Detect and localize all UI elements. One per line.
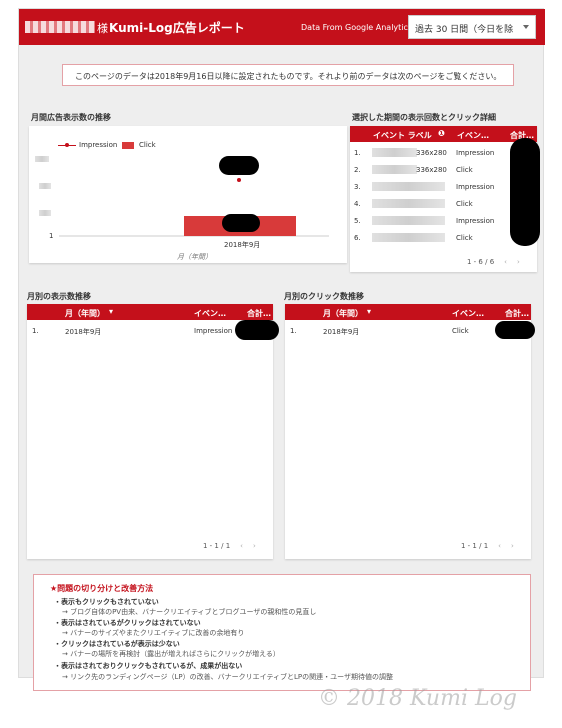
redacted-label (372, 148, 417, 157)
monthly-chart-title: 月間広告表示数の推移 (31, 113, 111, 122)
problem-head: ・表示はされているがクリックはされていない (54, 619, 201, 627)
row-month: 2018年9月 (65, 328, 102, 336)
col-event[interactable]: イベン… (194, 308, 226, 319)
redaction-mark (222, 214, 260, 232)
notice-text: このページのデータは2018年9月16日以降に設定されたものです。それより前のデ… (75, 72, 502, 81)
detail-pager: 1 - 6 / 6 ‹ › (467, 258, 520, 266)
row-number: 6. (354, 234, 361, 242)
col-event[interactable]: イベン… (457, 130, 489, 141)
detail-table-header: イベント ラベル ❶ イベン… 合計… (350, 126, 537, 142)
next-page-icon[interactable]: › (517, 258, 520, 266)
imp-table-card: 月（年間） ▾ イベン… 合計… 1. 2018年9月 Impression 1 -… (27, 304, 279, 559)
col-event[interactable]: イベン… (452, 308, 484, 319)
click-table-card: 月（年間） ▾ イベン… 合計… 1. 2018年9月 Click 1 - 1 / … (285, 304, 535, 559)
row-event: Impression (456, 149, 495, 157)
table-row[interactable]: 6. Click (350, 229, 537, 246)
imp-table-header: 月（年間） ▾ イベン… 合計… (27, 304, 273, 320)
row-number: 3. (354, 183, 361, 191)
row-event: Click (456, 200, 473, 208)
data-notice: このページのデータは2018年9月16日以降に設定されたものです。それより前のデ… (62, 64, 514, 86)
problem-desc: → バナーのサイズやまたクリエイティブに改善の余地有り (62, 629, 245, 637)
col-total[interactable]: 合計… (505, 308, 529, 319)
sort-down-icon[interactable]: ▾ (109, 307, 113, 316)
col-month[interactable]: 月（年間） (65, 308, 105, 319)
row-number: 5. (354, 217, 361, 225)
redaction-mark (219, 156, 259, 175)
redacted-label (372, 165, 417, 174)
pager-text: 1 - 6 / 6 (467, 258, 495, 266)
table-row[interactable]: 1. 336x280 Impression (350, 144, 537, 161)
redacted-label (372, 182, 445, 191)
row-size: 336x280 (416, 149, 447, 157)
row-event: Click (456, 234, 473, 242)
row-size: 336x280 (416, 166, 447, 174)
report-title: Kumi-Log広告レポート (109, 21, 245, 35)
x-tick-label: 2018年9月 (224, 241, 261, 249)
problem-desc: → バナーの場所を再検討（露出が増えればさらにクリックが増える） (62, 650, 280, 658)
row-event: Click (452, 327, 469, 335)
row-month: 2018年9月 (323, 328, 360, 336)
table-row[interactable]: 4. Click (350, 195, 537, 212)
click-pager: 1 - 1 / 1 ‹ › (461, 542, 514, 550)
watermark: © 2018 Kumi Log (318, 686, 517, 711)
report-page: 様 Kumi-Log広告レポート Data From Google Analyt… (18, 8, 545, 691)
problem-head: ・クリックはされているが表示は少ない (54, 640, 180, 648)
redaction-mark (495, 321, 535, 339)
row-event: Click (456, 166, 473, 174)
problem-desc: → ブログ自体のPV由来、バナークリエイティブとブログユーザの親和性の見直し (62, 608, 317, 616)
row-number: 2. (354, 166, 361, 174)
row-event: Impression (194, 327, 233, 335)
pager-text: 1 - 1 / 1 (203, 542, 231, 550)
click-table-title: 月別のクリック数推移 (284, 292, 364, 301)
problem-head: ・表示はされておりクリックもされているが、成果が出ない (54, 662, 243, 670)
table-row[interactable]: 3. Impression (350, 178, 537, 195)
row-number: 1. (32, 327, 39, 335)
imp-pager: 1 - 1 / 1 ‹ › (203, 542, 256, 550)
chart-plot (59, 178, 329, 237)
col-month[interactable]: 月（年間） (323, 308, 363, 319)
monthly-chart-card: Impression Click 1 2018年9月 月（年間） (29, 126, 347, 263)
date-range-value: 過去 30 日間（今日を除 (415, 25, 514, 35)
pager-text: 1 - 1 / 1 (461, 542, 489, 550)
row-number: 1. (290, 327, 297, 335)
row-event: Impression (456, 217, 495, 225)
redacted-label (372, 216, 445, 225)
date-range-select[interactable]: 過去 30 日間（今日を除 (408, 15, 536, 39)
prev-page-icon[interactable]: ‹ (240, 542, 243, 550)
click-table-header: 月（年間） ▾ イベン… 合計… (285, 304, 531, 320)
redaction-mark (235, 320, 279, 340)
x-axis-title: 月（年間） (177, 253, 212, 261)
row-event: Impression (456, 183, 495, 191)
next-page-icon[interactable]: › (253, 542, 256, 550)
col-event-label[interactable]: イベント ラベル (373, 130, 432, 141)
name-suffix: 様 (97, 22, 108, 35)
redacted-client-name (25, 21, 95, 33)
table-row[interactable]: 5. Impression (350, 212, 537, 229)
sort-down-icon[interactable]: ▾ (367, 307, 371, 316)
caret-down-icon (523, 25, 529, 29)
problem-desc: → リンク先のランディングページ（LP）の改善、バナークリエイティブとLPの関連… (62, 673, 394, 681)
info-icon: ❶ (438, 129, 445, 138)
row-number: 4. (354, 200, 361, 208)
row-number: 1. (354, 149, 361, 157)
next-page-icon[interactable]: › (511, 542, 514, 550)
problems-box: ★問題の切り分けと改善方法 ・表示もクリックもされていない → ブログ自体のPV… (33, 574, 531, 691)
impression-point (237, 178, 241, 182)
detail-table-card: イベント ラベル ❶ イベン… 合計… 1. 336x280 Impression … (350, 126, 540, 272)
table-row[interactable]: 2. 336x280 Click (350, 161, 537, 178)
detail-table-title: 選択した期間の表示回数とクリック詳細 (352, 113, 496, 122)
imp-table-title: 月別の表示数推移 (27, 292, 91, 301)
problems-title: ★問題の切り分けと改善方法 (50, 584, 154, 593)
data-source-label: Data From Google Analytics (301, 23, 413, 32)
prev-page-icon[interactable]: ‹ (498, 542, 501, 550)
redaction-mark (510, 138, 540, 246)
prev-page-icon[interactable]: ‹ (504, 258, 507, 266)
col-total[interactable]: 合計… (247, 308, 271, 319)
problem-head: ・表示もクリックもされていない (54, 598, 159, 606)
report-header: 様 Kumi-Log広告レポート Data From Google Analyt… (19, 9, 545, 45)
redacted-label (372, 199, 445, 208)
redacted-label (372, 233, 445, 242)
